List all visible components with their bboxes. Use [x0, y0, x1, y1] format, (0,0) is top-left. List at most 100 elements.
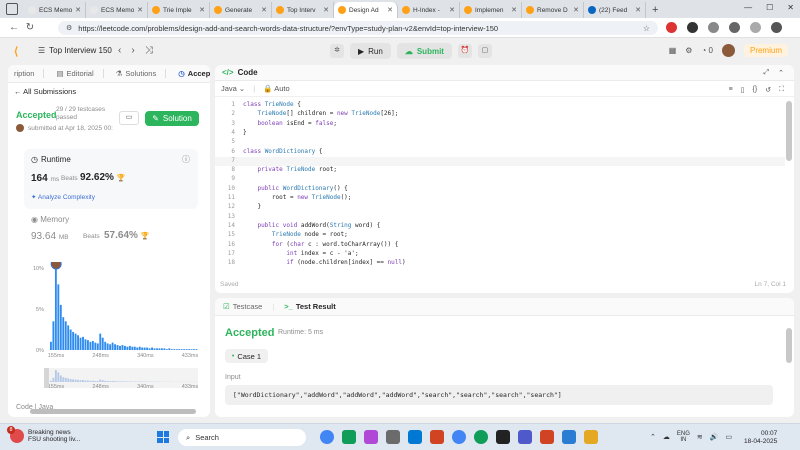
code-line[interactable]: 2 TrieNode[] children = new TrieNode[26]… — [215, 110, 785, 119]
histogram-bar[interactable] — [64, 321, 67, 350]
histogram-bar[interactable] — [57, 284, 60, 350]
histogram-bar[interactable] — [69, 329, 72, 351]
close-tab-icon[interactable]: ✕ — [261, 6, 267, 14]
histogram-bar[interactable] — [89, 341, 92, 350]
histogram-bar[interactable] — [74, 333, 77, 350]
histogram-bar[interactable] — [94, 342, 97, 350]
chrome-app-icon[interactable] — [474, 430, 488, 444]
histogram-bar[interactable] — [59, 304, 62, 350]
histogram-bar[interactable] — [185, 349, 188, 350]
volume-icon[interactable]: 🔊 — [710, 433, 719, 441]
prev-problem-icon[interactable]: ‹ — [118, 45, 121, 56]
onedrive-icon[interactable]: ☁ — [663, 433, 670, 441]
range-overview[interactable] — [44, 368, 198, 388]
histogram-bar[interactable] — [146, 347, 149, 350]
browser-tab[interactable]: Trie Imple ✕ — [148, 2, 210, 18]
chrome-app-icon[interactable] — [452, 430, 466, 444]
tab-testcase[interactable]: ☑ Testcase — [219, 302, 266, 311]
downloads-icon[interactable] — [729, 22, 740, 33]
browser-tab[interactable]: H-Index - ✕ — [398, 2, 460, 18]
site-info-icon[interactable]: ⚙ — [66, 24, 72, 32]
histogram-bar[interactable] — [143, 347, 146, 350]
leetcode-logo-icon[interactable]: ⟨ — [14, 45, 18, 58]
code-line[interactable]: 15 TrieNode node = root; — [215, 231, 785, 240]
submit-button[interactable]: ☁ Submit — [396, 43, 452, 59]
timer-icon[interactable]: ⏰ — [457, 44, 472, 58]
debug-icon[interactable]: ✲ — [330, 44, 344, 58]
histogram-bar[interactable] — [87, 340, 89, 350]
browser-tab[interactable]: Design Ad ✕ — [334, 2, 398, 18]
wifi-icon[interactable]: ≋ — [697, 433, 703, 441]
url-bar[interactable]: ⚙ https://leetcode.com/problems/design-a… — [58, 21, 658, 35]
memory-card[interactable]: ◉ Memory 93.64 MB Beats 57.64% 🏆 — [24, 213, 198, 251]
histogram-bar[interactable] — [106, 343, 109, 350]
news-widget[interactable]: 8 Breaking news FSU shooting liv... — [7, 426, 80, 443]
histogram-bar[interactable] — [50, 341, 52, 350]
format-icon[interactable]: ≡ — [729, 86, 733, 94]
histogram-bar[interactable] — [124, 345, 126, 350]
histogram-bar[interactable] — [175, 349, 178, 350]
braces-icon[interactable]: {} — [753, 86, 758, 94]
tab-solutions[interactable]: ⚗ Solutions — [110, 69, 173, 78]
browser-menu-icon[interactable] — [771, 22, 782, 33]
expand-icon[interactable]: ⤢ — [764, 69, 770, 77]
case-tab[interactable]: • Case 1 — [225, 349, 268, 363]
profile-icon[interactable] — [750, 22, 761, 33]
code-line[interactable]: 10 public WordDictionary() { — [215, 185, 785, 194]
code-line[interactable]: 9 — [215, 175, 785, 184]
bookmark-star-icon[interactable]: ☆ — [643, 24, 650, 33]
browser-tab[interactable]: ECS Memo ✕ — [24, 2, 86, 18]
histogram-bar[interactable] — [133, 346, 136, 350]
tab-accepted[interactable]: ◷Accepted — [172, 69, 210, 78]
browser-tab[interactable]: ECS Memo ✕ — [86, 2, 148, 18]
tab-test-result[interactable]: >_ Test Result — [280, 302, 339, 311]
edge-app-icon[interactable] — [342, 430, 356, 444]
code-line[interactable]: 4} — [215, 129, 785, 138]
histogram-bar[interactable] — [163, 348, 166, 350]
tab-description[interactable]: ription — [8, 69, 50, 78]
premium-button[interactable]: Premium — [743, 44, 788, 57]
run-button[interactable]: ▶ Run — [350, 43, 391, 59]
code-scrollbar[interactable] — [786, 101, 792, 161]
histogram-bar[interactable] — [165, 349, 168, 350]
outlook-app-icon[interactable] — [408, 430, 422, 444]
terminal-app-icon[interactable] — [496, 430, 510, 444]
histogram-bar[interactable] — [77, 335, 79, 350]
back-icon[interactable]: ← — [6, 22, 22, 33]
chrome-app-icon[interactable] — [320, 430, 334, 444]
histogram-bar[interactable] — [190, 349, 193, 350]
histogram-bar[interactable] — [104, 341, 107, 350]
close-tab-icon[interactable]: ✕ — [137, 6, 143, 14]
auto-mode[interactable]: 🔒 Auto — [263, 84, 289, 93]
settings-icon[interactable]: ⚙ — [685, 46, 692, 55]
close-tab-icon[interactable]: ✕ — [573, 6, 579, 14]
store-app-icon[interactable] — [386, 430, 400, 444]
shuffle-icon[interactable]: ⤨ — [145, 45, 153, 56]
histogram-bar[interactable] — [195, 349, 198, 350]
extension-icon[interactable] — [666, 22, 677, 33]
histogram-bar[interactable] — [111, 342, 114, 350]
code-editor[interactable]: 1 class TrieNode {2 TrieNode[] children =… — [215, 101, 785, 271]
histogram-bar[interactable] — [168, 348, 171, 350]
reset-icon[interactable]: ↺ — [765, 86, 771, 94]
avatar[interactable] — [721, 44, 735, 57]
runtime-card[interactable]: ◷ Runtime ⓘ 164 ms Beats 92.62% 🏆 ✦ Anal… — [24, 149, 198, 209]
histogram-bar[interactable] — [158, 348, 161, 350]
browser-tab[interactable]: Implemen ✕ — [460, 2, 522, 18]
bookmark-icon[interactable]: ▯ — [741, 86, 745, 94]
start-button[interactable] — [157, 431, 169, 443]
close-window-icon[interactable]: ✕ — [787, 3, 794, 12]
next-problem-icon[interactable]: › — [131, 45, 134, 56]
files-app-icon[interactable] — [584, 430, 598, 444]
histogram-bar[interactable] — [141, 347, 144, 350]
close-tab-icon[interactable]: ✕ — [387, 6, 393, 14]
histogram-bar[interactable] — [153, 348, 156, 350]
histogram-bar[interactable] — [180, 349, 183, 350]
close-tab-icon[interactable]: ✕ — [635, 6, 641, 14]
word-app-icon[interactable] — [562, 430, 576, 444]
histogram-bar[interactable] — [173, 349, 176, 350]
histogram-bar[interactable] — [151, 347, 153, 350]
histogram-bar[interactable] — [116, 345, 119, 350]
histogram-bar[interactable] — [193, 349, 195, 350]
histogram-bar[interactable] — [170, 349, 173, 350]
